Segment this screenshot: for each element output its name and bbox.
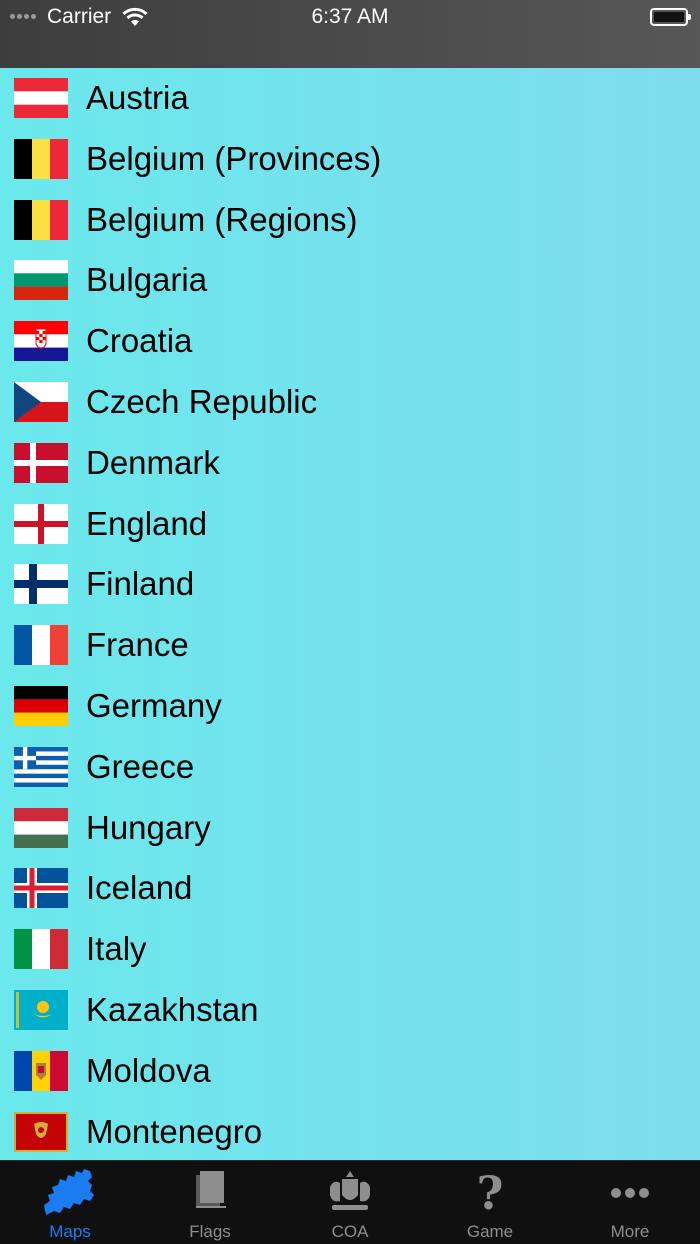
battery-icon xyxy=(650,8,691,26)
tab-label: Maps xyxy=(49,1222,91,1241)
country-row[interactable]: Greece xyxy=(0,737,700,798)
tab-more[interactable]: More xyxy=(560,1161,700,1244)
tab-label: Flags xyxy=(189,1222,231,1241)
country-name: Croatia xyxy=(86,322,193,360)
iceland-flag xyxy=(14,868,68,909)
country-row[interactable]: England xyxy=(0,494,700,555)
tab-label: More xyxy=(610,1222,650,1241)
belgium-flag xyxy=(14,199,68,240)
czech-flag xyxy=(14,381,68,422)
country-name: Kazakhstan xyxy=(86,990,259,1028)
country-row[interactable]: Moldova xyxy=(0,1041,700,1102)
country-list[interactable]: Austria Belgium (Provinces) Belgium (Regio… xyxy=(0,68,700,1160)
tab-maps[interactable]: Maps xyxy=(0,1161,140,1244)
status-time: 6:37 AM xyxy=(311,5,389,28)
status-bar: Carrier 6:37 AM xyxy=(0,0,700,68)
country-row[interactable]: Belgium (Provinces) xyxy=(0,129,700,190)
more-dots-icon xyxy=(600,1167,660,1217)
finland-flag xyxy=(14,564,68,605)
country-row[interactable]: Bulgaria xyxy=(0,250,700,311)
greece-flag xyxy=(14,746,68,787)
country-name: England xyxy=(86,504,208,542)
belgium-flag xyxy=(14,138,68,179)
bulgaria-flag xyxy=(14,260,68,301)
country-row[interactable]: Kazakhstan xyxy=(0,980,700,1041)
austria-flag xyxy=(14,78,68,118)
tab-game[interactable]: ? Game xyxy=(420,1161,560,1244)
country-row[interactable]: Montenegro xyxy=(0,1102,700,1160)
country-name: Hungary xyxy=(86,808,211,846)
country-row[interactable]: Iceland xyxy=(0,858,700,919)
country-name: Italy xyxy=(86,930,147,968)
country-row[interactable]: Czech Republic xyxy=(0,372,700,433)
hungary-flag xyxy=(14,807,68,848)
country-name: Greece xyxy=(86,747,195,785)
country-name: Bulgaria xyxy=(86,261,208,299)
country-row[interactable]: Hungary xyxy=(0,798,700,859)
coat-of-arms-icon xyxy=(320,1167,380,1217)
europe-map-icon xyxy=(40,1167,100,1217)
england-flag xyxy=(14,503,68,544)
tab-label: COA xyxy=(331,1222,369,1241)
country-name: Austria xyxy=(86,79,189,116)
country-row[interactable]: Denmark xyxy=(0,433,700,494)
country-name: Germany xyxy=(86,686,222,724)
country-row[interactable]: Finland xyxy=(0,554,700,615)
croatia-flag xyxy=(14,321,68,362)
question-mark-icon: ? xyxy=(460,1166,520,1220)
country-name: Czech Republic xyxy=(86,382,318,420)
italy-flag xyxy=(14,929,68,970)
country-name: Moldova xyxy=(86,1051,211,1089)
flags-icon xyxy=(180,1167,240,1217)
country-name: Belgium (Provinces) xyxy=(86,139,382,177)
svg-text:?: ? xyxy=(477,1167,504,1217)
country-row[interactable]: Belgium (Regions) xyxy=(0,190,700,251)
country-row[interactable]: Germany xyxy=(0,676,700,737)
france-flag xyxy=(14,625,68,666)
tab-coa[interactable]: COA xyxy=(280,1161,420,1244)
tab-label: Game xyxy=(466,1222,514,1241)
country-name: Finland xyxy=(86,565,195,603)
country-name: Iceland xyxy=(86,869,193,907)
germany-flag xyxy=(14,685,68,726)
tab-flags[interactable]: Flags xyxy=(140,1161,280,1244)
country-name: Montenegro xyxy=(86,1112,263,1150)
moldova-flag xyxy=(14,1050,68,1091)
country-name: Denmark xyxy=(86,443,220,481)
country-row[interactable]: France xyxy=(0,615,700,676)
country-row[interactable]: Austria xyxy=(0,68,700,129)
kazakhstan-flag xyxy=(14,989,68,1030)
montenegro-flag xyxy=(14,1111,68,1152)
country-name: Belgium (Regions) xyxy=(86,200,358,238)
denmark-flag xyxy=(14,442,68,483)
country-row[interactable]: Italy xyxy=(0,919,700,980)
country-row[interactable]: Croatia xyxy=(0,311,700,372)
tab-bar: Maps Flags COA? Game More xyxy=(0,1160,700,1244)
country-name: France xyxy=(86,626,189,664)
